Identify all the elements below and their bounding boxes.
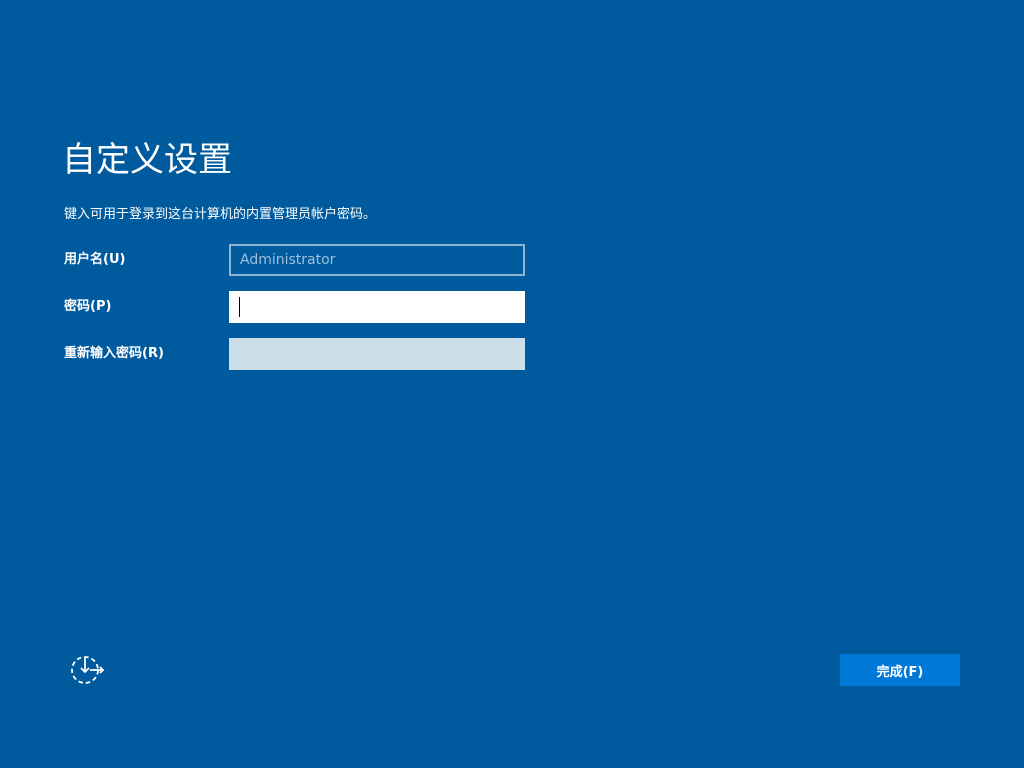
- confirm-password-field[interactable]: [229, 338, 525, 370]
- text-caret: [239, 297, 240, 317]
- page-title: 自定义设置: [62, 140, 232, 180]
- password-field[interactable]: [229, 291, 525, 323]
- username-field[interactable]: [229, 244, 525, 276]
- confirm-password-label: 重新输入密码(R): [64, 346, 164, 361]
- ease-of-access-icon: [71, 656, 105, 684]
- ease-of-access-button[interactable]: [70, 654, 106, 686]
- finish-button[interactable]: 完成(F): [840, 654, 960, 686]
- username-label: 用户名(U): [64, 252, 126, 267]
- instruction-text: 键入可用于登录到这台计算机的内置管理员帐户密码。: [64, 207, 377, 222]
- password-label: 密码(P): [64, 299, 112, 314]
